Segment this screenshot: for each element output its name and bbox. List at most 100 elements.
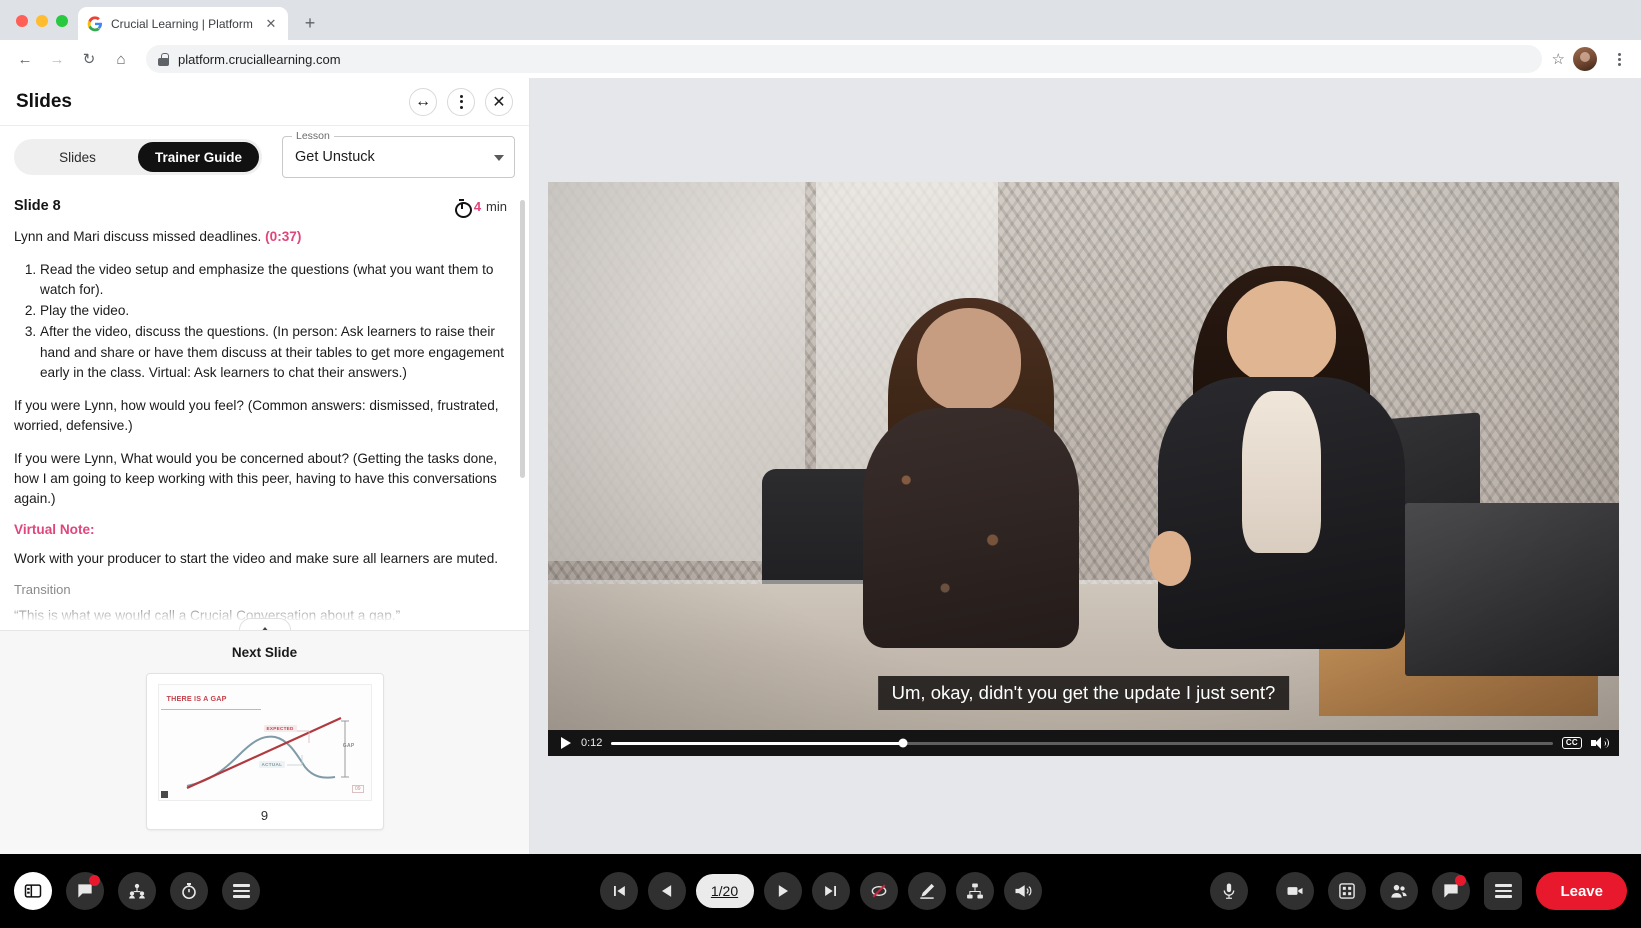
maximize-window-button[interactable] [56, 15, 68, 27]
guide-scrollbar[interactable] [520, 200, 525, 478]
next-slide-section: Next Slide THERE IS A GAP [0, 630, 529, 854]
expand-horizontal-icon[interactable]: ↔ [409, 88, 437, 116]
guide-intro: Lynn and Mari discuss missed deadlines. … [14, 227, 507, 247]
guide-intro-timecode: (0:37) [265, 229, 301, 244]
panel-tabs-row: Slides Trainer Guide Lesson Get Unstuck [0, 126, 529, 190]
lock-icon [158, 53, 169, 66]
url-text: platform.cruciallearning.com [178, 52, 341, 67]
browser-tab[interactable]: Crucial Learning | Platform ✕ [78, 7, 288, 40]
laser-pointer-off-icon[interactable] [860, 872, 898, 910]
toolbar-right-group: Leave [1210, 872, 1627, 910]
slide-number-label: Slide 8 [14, 198, 61, 214]
lesson-value: Get Unstuck [295, 149, 375, 165]
toolbar-center-group: 1/20 [600, 872, 1042, 910]
virtual-note-text: Work with your producer to start the vid… [14, 549, 507, 569]
stopwatch-icon [454, 199, 469, 214]
app-content: Slides ↔ ✕ Slides Trainer Guide Lesson [0, 78, 1641, 854]
reload-button[interactable]: ↻ [74, 44, 104, 74]
previous-slide-icon[interactable] [648, 872, 686, 910]
browser-window: Crucial Learning | Platform ✕ + ← → ↻ ⌂ … [0, 0, 1641, 928]
next-slide-heading: Next Slide [232, 645, 297, 660]
duration-unit: min [486, 199, 507, 214]
thumbnail-label-actual: ACTUAL [259, 761, 286, 768]
guide-steps-list: Read the video setup and emphasize the q… [14, 260, 507, 383]
video-progress-bar[interactable] [611, 742, 1552, 745]
tab-trainer-guide[interactable]: Trainer Guide [138, 142, 259, 172]
panel-more-menu-icon[interactable] [447, 88, 475, 116]
skip-to-start-icon[interactable] [600, 872, 638, 910]
hamburger-menu-icon[interactable] [222, 872, 260, 910]
thumbnail-page-mark: 09 [352, 785, 364, 793]
list-item: After the video, discuss the questions. … [40, 322, 507, 382]
video-control-bar: 0:12 CC [548, 730, 1619, 756]
camera-icon[interactable] [1276, 872, 1314, 910]
thumbnail-label-expected: EXPECTED [264, 725, 297, 732]
closed-captions-icon[interactable]: CC [1562, 737, 1582, 749]
tab-slides[interactable]: Slides [17, 142, 138, 172]
next-slide-thumbnail: THERE IS A GAP [158, 684, 372, 801]
breakout-groups-icon[interactable] [118, 872, 156, 910]
slide-duration: 4 min [454, 199, 507, 214]
minimize-window-button[interactable] [36, 15, 48, 27]
thumbnail-label-gap: GAP [340, 742, 358, 750]
layout-panel-icon[interactable] [14, 872, 52, 910]
chat-bubble-icon[interactable] [1432, 872, 1470, 910]
list-item: Read the video setup and emphasize the q… [40, 260, 507, 300]
megaphone-icon[interactable] [1004, 872, 1042, 910]
google-g-icon [87, 16, 103, 32]
back-button[interactable]: ← [10, 44, 40, 74]
lesson-select[interactable]: Lesson Get Unstuck [282, 136, 515, 178]
chat-notification-badge [89, 875, 100, 886]
volume-icon[interactable] [1591, 736, 1609, 750]
timer-icon[interactable] [170, 872, 208, 910]
lesson-select-wrap: Lesson Get Unstuck [282, 136, 515, 178]
collapse-guide-button[interactable] [239, 618, 291, 630]
chrome-menu-icon[interactable] [1607, 47, 1631, 71]
next-slide-number: 9 [158, 801, 372, 823]
play-icon[interactable] [764, 872, 802, 910]
window-traffic-lights [10, 15, 78, 40]
slide-counter[interactable]: 1/20 [696, 874, 754, 908]
list-item: Play the video. [40, 301, 507, 321]
guide-intro-text: Lynn and Mari discuss missed deadlines. [14, 229, 261, 244]
close-tab-icon[interactable]: ✕ [263, 16, 279, 32]
guide-topline: Slide 8 4 min [14, 198, 507, 214]
virtual-note-label: Virtual Note: [14, 522, 507, 537]
toolbar-left-group [14, 872, 260, 910]
view-toggle-group: Slides Trainer Guide [14, 139, 262, 175]
conference-toolbar: 1/20 [0, 854, 1641, 928]
duration-value: 4 [474, 199, 481, 214]
chat-notification-badge [1455, 875, 1466, 886]
leave-button[interactable]: Leave [1536, 872, 1627, 910]
panel-title: Slides [16, 91, 72, 113]
grid-view-icon[interactable] [1328, 872, 1366, 910]
thumbnail-corner-marker [161, 791, 168, 798]
address-bar[interactable]: platform.cruciallearning.com [146, 45, 1542, 73]
org-chart-icon[interactable] [956, 872, 994, 910]
video-player[interactable]: Um, okay, didn't you get the update I ju… [548, 182, 1619, 756]
next-slide-thumbnail-card[interactable]: THERE IS A GAP [146, 673, 384, 830]
bookmark-star-icon[interactable]: ☆ [1552, 50, 1565, 68]
profile-avatar[interactable] [1573, 47, 1597, 71]
tab-title: Crucial Learning | Platform [111, 17, 255, 31]
video-play-icon[interactable] [558, 736, 572, 750]
new-tab-button[interactable]: + [296, 9, 324, 37]
skip-to-end-icon[interactable] [812, 872, 850, 910]
video-caption: Um, okay, didn't you get the update I ju… [878, 676, 1290, 710]
video-progress-handle[interactable] [899, 739, 908, 748]
close-window-button[interactable] [16, 15, 28, 27]
home-button[interactable]: ⌂ [106, 44, 136, 74]
hamburger-menu-icon[interactable] [1484, 872, 1522, 910]
guide-question-2: If you were Lynn, What would you be conc… [14, 449, 507, 509]
microphone-icon[interactable] [1210, 872, 1248, 910]
main-stage: Um, okay, didn't you get the update I ju… [530, 78, 1641, 854]
close-panel-icon[interactable]: ✕ [485, 88, 513, 116]
forward-button[interactable]: → [42, 44, 72, 74]
chat-bubble-icon[interactable] [66, 872, 104, 910]
trainer-guide-content[interactable]: Slide 8 4 min Lynn and Mari discuss miss… [0, 190, 529, 630]
participants-icon[interactable] [1380, 872, 1418, 910]
chevron-up-icon [260, 627, 270, 630]
video-frame [548, 182, 1619, 756]
browser-tabstrip: Crucial Learning | Platform ✕ + [0, 0, 1641, 40]
annotate-pen-icon[interactable] [908, 872, 946, 910]
